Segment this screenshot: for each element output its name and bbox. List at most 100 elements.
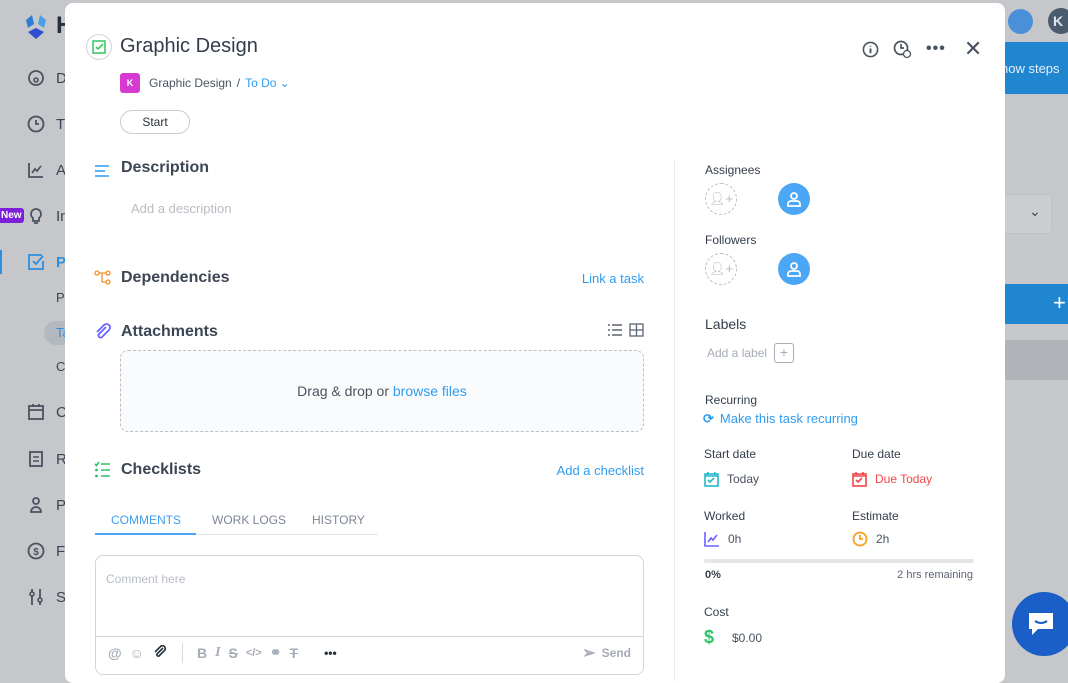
dependencies-icon <box>94 270 111 285</box>
progress-bar <box>704 559 974 563</box>
add-follower-button[interactable]: 👤︎+ <box>705 253 737 285</box>
activity-icon <box>28 163 43 178</box>
calendar-icon <box>28 404 44 420</box>
dependencies-title: Dependencies <box>121 269 230 286</box>
worked-text: 0h <box>728 532 742 546</box>
user-avatar-icon[interactable] <box>1008 9 1033 34</box>
emoji-icon[interactable]: ☺ <box>130 645 144 661</box>
grid-view-icon[interactable] <box>629 323 644 337</box>
tab-comments[interactable]: COMMENTS <box>111 513 181 527</box>
user-icon <box>787 192 801 207</box>
breadcrumb: K Graphic Design / To Do ⌄ <box>120 73 290 93</box>
add-user-icon: 👤︎+ <box>708 191 734 206</box>
remaining-time: 2 hrs remaining <box>897 569 973 581</box>
estimate-text: 2h <box>876 532 890 546</box>
progress-percent: 0% <box>705 569 721 581</box>
due-date-value[interactable]: Due Today <box>852 471 932 487</box>
tab-work-logs[interactable]: WORK LOGS <box>212 513 286 527</box>
due-date-text: Due Today <box>875 472 933 486</box>
toolbar-divider <box>181 642 183 663</box>
italic-icon[interactable]: I <box>215 645 220 661</box>
chat-icon <box>1029 613 1053 635</box>
follower-avatar[interactable] <box>778 253 810 285</box>
chevron-down-icon: ⌄ <box>1029 203 1041 219</box>
tab-history[interactable]: HISTORY <box>312 513 365 527</box>
more-format-icon[interactable]: ••• <box>324 646 337 660</box>
breadcrumb-separator: / <box>236 76 241 90</box>
description-icon <box>95 165 109 177</box>
assignees-label: Assignees <box>705 163 761 177</box>
attachments-title: Attachments <box>121 323 218 340</box>
svg-text:$: $ <box>33 547 39 558</box>
list-view-icon[interactable] <box>607 323 623 337</box>
file-drop-zone[interactable]: Drag & drop or browse files <box>120 350 644 432</box>
calendar-due-icon <box>852 472 867 487</box>
recurring-icon: ⟳ <box>703 411 714 426</box>
dropdown-box[interactable]: ⌄ <box>1000 194 1052 234</box>
add-bar[interactable]: + <box>1005 284 1068 324</box>
calendar-check-icon <box>704 472 719 487</box>
code-icon[interactable]: </> <box>246 647 262 659</box>
start-button[interactable]: Start <box>120 110 190 134</box>
strikethrough-icon[interactable]: S <box>229 645 238 661</box>
clear-format-icon[interactable]: T <box>290 645 299 661</box>
lightbulb-icon <box>30 208 42 224</box>
sidebar-item-financial[interactable]: $ Fi <box>26 541 69 561</box>
project-link[interactable]: Graphic Design <box>149 76 232 90</box>
add-checklist-button[interactable]: Add a checklist <box>557 463 644 478</box>
clock-icon <box>27 115 45 133</box>
cost-label: Cost <box>704 605 729 619</box>
estimate-label: Estimate <box>852 509 899 523</box>
paperclip-icon <box>96 323 111 339</box>
comment-input[interactable]: Comment here <box>106 572 185 586</box>
recurring-label: Recurring <box>705 393 758 407</box>
add-assignee-button[interactable]: 👤︎+ <box>705 183 737 215</box>
link-icon[interactable]: ⚭ <box>270 644 282 661</box>
complete-task-button[interactable] <box>86 34 112 60</box>
settings-icon <box>29 589 43 605</box>
profile-avatar[interactable]: K <box>1048 8 1068 34</box>
mention-icon[interactable]: @ <box>108 645 122 661</box>
link-task-button[interactable]: Link a task <box>582 271 644 286</box>
worked-chart-icon <box>704 532 719 547</box>
header-actions: ••• ✕ <box>862 36 982 62</box>
more-options-icon[interactable]: ••• <box>926 40 946 58</box>
add-label-text[interactable]: Add a label <box>707 346 767 360</box>
comment-toolbar: @ ☺ B I S </> ⚭ T ••• ➢ Send <box>96 636 643 668</box>
checkbox-icon <box>28 254 44 270</box>
make-recurring-button[interactable]: ⟳ Make this task recurring <box>703 411 858 427</box>
start-date-value[interactable]: Today <box>704 471 759 487</box>
close-icon[interactable]: ✕ <box>964 36 982 62</box>
check-square-icon <box>92 40 106 54</box>
sidebar-item-insights[interactable]: In <box>26 206 69 226</box>
bold-icon[interactable]: B <box>197 645 207 661</box>
info-icon[interactable] <box>862 41 879 58</box>
new-badge: New <box>0 208 24 223</box>
time-tracking-icon[interactable] <box>893 40 912 59</box>
due-date-label: Due date <box>852 447 901 461</box>
status-dropdown[interactable]: To Do ⌄ <box>245 76 290 90</box>
assignee-avatar[interactable] <box>778 183 810 215</box>
sidebar-item-time[interactable]: Ti <box>26 114 68 134</box>
comment-box: Comment here @ ☺ B I S </> ⚭ T ••• ➢ Send <box>95 555 644 675</box>
status-label: To Do <box>245 76 277 90</box>
estimate-value[interactable]: 2h <box>852 531 889 547</box>
show-steps-banner[interactable]: now steps <box>1001 42 1068 94</box>
add-label-button[interactable]: + <box>774 343 794 363</box>
description-input[interactable]: Add a description <box>131 201 231 216</box>
send-button[interactable]: ➢ Send <box>582 643 631 663</box>
logo-icon <box>26 15 46 39</box>
worked-value: 0h <box>704 531 741 547</box>
row-band <box>1005 340 1068 380</box>
browse-files-link[interactable]: browse files <box>393 383 467 399</box>
description-title: Description <box>121 159 210 176</box>
task-modal: Graphic Design K Graphic Design / To Do … <box>65 3 1005 683</box>
banner-text: now steps <box>1001 60 1060 76</box>
project-badge: K <box>120 73 140 93</box>
chat-widget-button[interactable] <box>1012 592 1068 656</box>
dollar-icon: $ <box>27 542 45 560</box>
add-user-icon: 👤︎+ <box>708 261 734 276</box>
drop-text: Drag & drop or <box>297 383 393 399</box>
attach-icon[interactable] <box>152 644 168 661</box>
task-title[interactable]: Graphic Design <box>120 35 258 58</box>
